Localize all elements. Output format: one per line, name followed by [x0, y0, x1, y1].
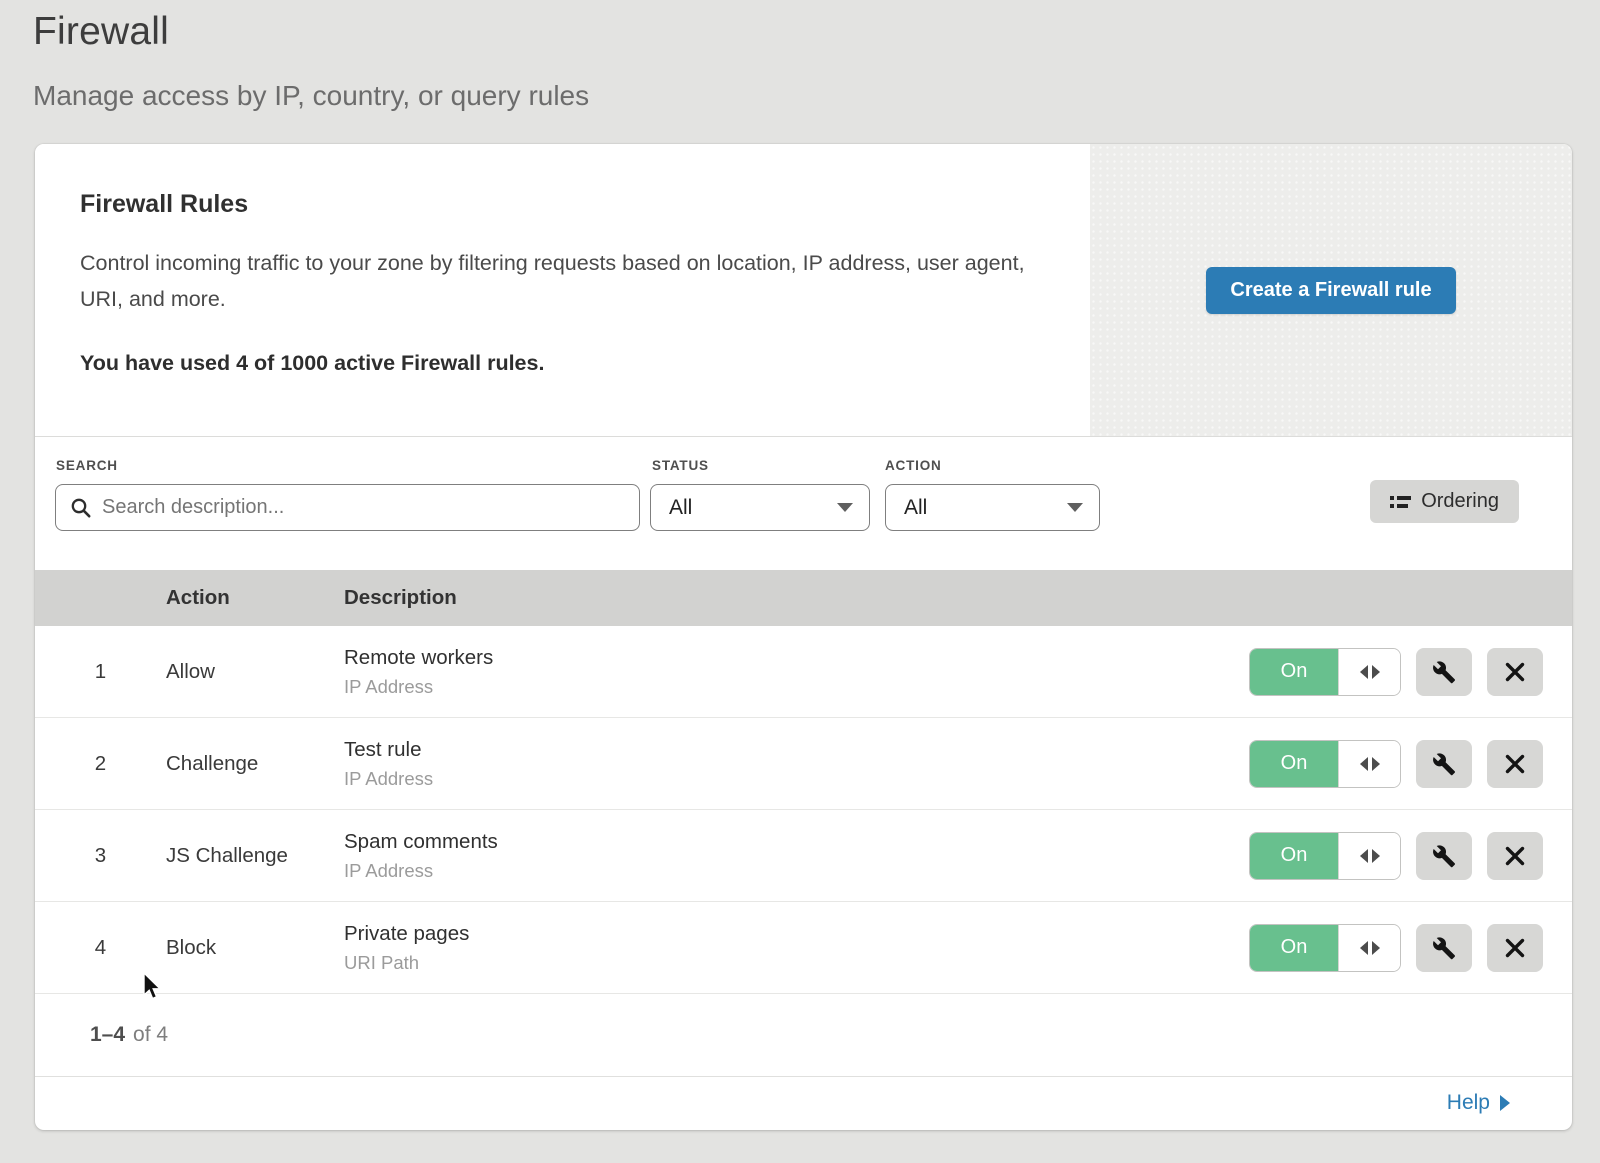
wrench-icon	[1432, 660, 1456, 684]
action-selected-value: All	[904, 496, 927, 520]
intro-heading: Firewall Rules	[80, 190, 1040, 219]
ordered-list-icon	[1390, 496, 1411, 508]
rule-priority: 3	[35, 844, 166, 868]
ordering-button[interactable]: Ordering	[1370, 480, 1519, 523]
wrench-icon	[1432, 844, 1456, 868]
rule-field-type: URI Path	[344, 952, 1249, 974]
delete-rule-button[interactable]	[1487, 648, 1543, 696]
table-header: Action Description	[35, 570, 1572, 626]
toggle-handle-icon[interactable]	[1338, 833, 1400, 879]
toggle-on-label: On	[1250, 649, 1338, 695]
edit-rule-button[interactable]	[1416, 832, 1472, 880]
filter-bar: SEARCH STATUS All ACTION All Ordering	[35, 437, 1572, 570]
rule-description: Spam comments	[344, 830, 1249, 854]
create-rule-panel: Create a Firewall rule	[1090, 144, 1572, 436]
toggle-on-label: On	[1250, 833, 1338, 879]
search-input[interactable]	[102, 496, 625, 519]
delete-rule-button[interactable]	[1487, 924, 1543, 972]
pagination: 1–4 of 4	[35, 994, 1572, 1077]
page-subtitle: Manage access by IP, country, or query r…	[33, 80, 589, 112]
table-row: 3 JS Challenge Spam comments IP Address …	[35, 810, 1572, 902]
intro-description: Control incoming traffic to your zone by…	[80, 245, 1025, 317]
rule-enabled-toggle[interactable]: On	[1249, 924, 1401, 972]
rule-action: JS Challenge	[166, 844, 344, 868]
rule-priority: 1	[35, 660, 166, 684]
usage-summary: You have used 4 of 1000 active Firewall …	[80, 351, 1040, 376]
delete-rule-button[interactable]	[1487, 740, 1543, 788]
rule-action: Allow	[166, 660, 344, 684]
page-title: Firewall	[33, 10, 169, 54]
rule-enabled-toggle[interactable]: On	[1249, 648, 1401, 696]
toggle-handle-icon[interactable]	[1338, 649, 1400, 695]
table-row: 4 Block Private pages URI Path On	[35, 902, 1572, 994]
arrow-right-icon	[1500, 1095, 1510, 1111]
firewall-rules-card: Firewall Rules Control incoming traffic …	[35, 144, 1572, 1130]
rule-description: Test rule	[344, 738, 1249, 762]
edit-rule-button[interactable]	[1416, 648, 1472, 696]
table-row: 1 Allow Remote workers IP Address On	[35, 626, 1572, 718]
wrench-icon	[1432, 752, 1456, 776]
rule-controls: On	[1249, 832, 1543, 880]
pagination-total: of 4	[133, 1023, 168, 1047]
rule-field-type: IP Address	[344, 860, 1249, 882]
rule-enabled-toggle[interactable]: On	[1249, 832, 1401, 880]
action-column-header: Action	[166, 586, 344, 610]
rule-description-cell: Test rule IP Address	[344, 738, 1249, 790]
rule-description-cell: Spam comments IP Address	[344, 830, 1249, 882]
toggle-handle-icon[interactable]	[1338, 741, 1400, 787]
create-firewall-rule-button[interactable]: Create a Firewall rule	[1206, 267, 1455, 314]
pagination-range: 1–4	[90, 1023, 125, 1047]
chevron-down-icon	[1067, 503, 1083, 512]
wrench-icon	[1432, 936, 1456, 960]
edit-rule-button[interactable]	[1416, 924, 1472, 972]
intro-text-panel: Firewall Rules Control incoming traffic …	[35, 144, 1090, 436]
description-column-header: Description	[344, 586, 1572, 610]
rule-field-type: IP Address	[344, 676, 1249, 698]
toggle-handle-icon[interactable]	[1338, 925, 1400, 971]
edit-rule-button[interactable]	[1416, 740, 1472, 788]
rule-action: Block	[166, 936, 344, 960]
rule-action: Challenge	[166, 752, 344, 776]
intro-section: Firewall Rules Control incoming traffic …	[35, 144, 1572, 437]
rule-priority: 4	[35, 936, 166, 960]
close-icon	[1504, 845, 1526, 867]
status-selected-value: All	[669, 496, 692, 520]
status-label: STATUS	[652, 458, 709, 473]
rule-description: Private pages	[344, 922, 1249, 946]
help-link-label: Help	[1447, 1091, 1490, 1115]
rule-description-cell: Remote workers IP Address	[344, 646, 1249, 698]
search-label: SEARCH	[56, 458, 118, 473]
chevron-down-icon	[837, 503, 853, 512]
rule-description-cell: Private pages URI Path	[344, 922, 1249, 974]
rule-priority: 2	[35, 752, 166, 776]
rule-controls: On	[1249, 648, 1543, 696]
table-row: 2 Challenge Test rule IP Address On	[35, 718, 1572, 810]
action-select[interactable]: All	[885, 484, 1100, 531]
help-link[interactable]: Help	[1447, 1091, 1510, 1115]
close-icon	[1504, 753, 1526, 775]
rule-controls: On	[1249, 740, 1543, 788]
rule-enabled-toggle[interactable]: On	[1249, 740, 1401, 788]
close-icon	[1504, 937, 1526, 959]
rule-field-type: IP Address	[344, 768, 1249, 790]
ordering-button-label: Ordering	[1421, 490, 1499, 513]
status-select[interactable]: All	[650, 484, 870, 531]
toggle-on-label: On	[1250, 741, 1338, 787]
search-box[interactable]	[55, 484, 640, 531]
action-label: ACTION	[885, 458, 942, 473]
rule-description: Remote workers	[344, 646, 1249, 670]
close-icon	[1504, 661, 1526, 683]
help-row: Help	[35, 1077, 1572, 1128]
toggle-on-label: On	[1250, 925, 1338, 971]
delete-rule-button[interactable]	[1487, 832, 1543, 880]
search-icon	[70, 497, 92, 519]
rule-controls: On	[1249, 924, 1543, 972]
